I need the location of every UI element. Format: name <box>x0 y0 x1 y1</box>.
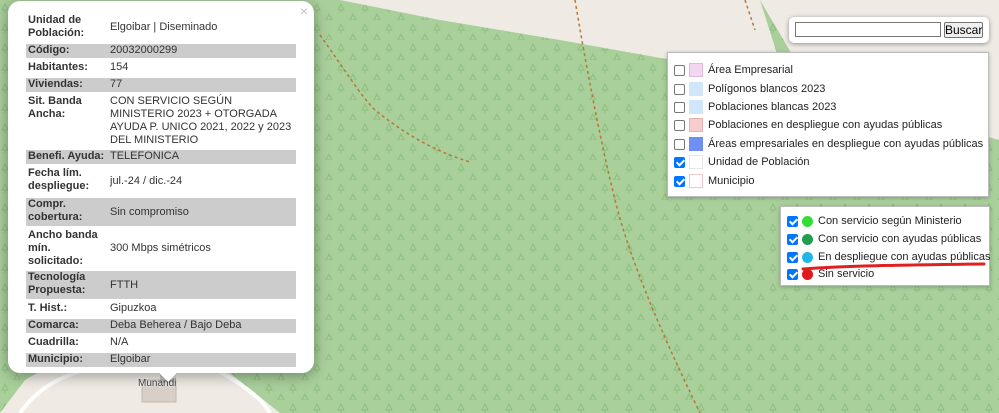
service-item-ministerio[interactable]: Con servicio según Ministerio <box>787 212 962 230</box>
field-key: Sit. Banda Ancha: <box>28 95 82 120</box>
service-checkbox[interactable] <box>787 251 798 263</box>
layer-item-poligonos-blancos[interactable]: Polígonos blancos 2023 <box>674 80 825 98</box>
service-label: Sin servicio <box>818 268 875 280</box>
field-key: Municipio: <box>26 353 108 367</box>
layer-label: Polígonos blancos 2023 <box>708 83 826 95</box>
layer-checkbox[interactable] <box>674 156 685 168</box>
field-value: N/A <box>110 336 129 348</box>
info-popup: × Unidad de Población: Elgoibar | Disemin… <box>8 1 314 373</box>
layer-swatch <box>689 100 703 114</box>
field-value: Elgoibar | Diseminado <box>110 20 218 33</box>
field-value: 20032000299 <box>108 44 296 58</box>
layer-checkbox[interactable] <box>674 64 685 76</box>
layer-checkbox[interactable] <box>674 175 685 187</box>
layer-label: Áreas empresariales en despliegue con ay… <box>708 138 984 150</box>
field-value: jul.-24 / dic.-24 <box>110 174 183 187</box>
field-value: FTTH <box>108 271 296 299</box>
field-key: Fecha lím. despliegue: <box>28 167 90 192</box>
field-value: Sin compromiso <box>108 198 296 226</box>
field-key: Tecnología Propuesta: <box>26 271 108 299</box>
layer-panel: Área Empresarial Polígonos blancos 2023 … <box>667 52 989 197</box>
field-value: TELEFONICA <box>108 150 296 164</box>
layer-swatch <box>689 174 703 188</box>
service-legend-panel: Con servicio según Ministerio Con servic… <box>780 206 990 286</box>
popup-tip <box>160 373 176 383</box>
search-input[interactable] <box>795 22 941 37</box>
field-key: Benefi. Ayuda: <box>26 150 108 164</box>
service-item-despliegue[interactable]: En despliegue con ayudas públicas <box>787 248 990 266</box>
layer-item-area-empresarial[interactable]: Área Empresarial <box>674 61 793 79</box>
field-key: Compr. cobertura: <box>26 198 108 226</box>
field-key: Código: <box>26 44 108 58</box>
layer-swatch <box>689 155 703 169</box>
layer-label: Poblaciones en despliegue con ayudas púb… <box>708 119 943 131</box>
layer-label: Poblaciones blancas 2023 <box>708 101 837 113</box>
field-value: Gipuzkoa <box>110 302 157 314</box>
service-checkbox[interactable] <box>787 215 798 227</box>
service-label: En despliegue con ayudas públicas <box>818 251 991 263</box>
field-value: Deba Beherea / Bajo Deba <box>108 319 296 333</box>
field-value: Elgoibar <box>108 353 296 367</box>
field-value: 154 <box>110 61 129 73</box>
layer-label: Municipio <box>708 175 755 187</box>
field-key: Comarca: <box>26 319 108 333</box>
info-table: Unidad de Población: Elgoibar | Diseminad… <box>26 13 296 367</box>
status-dot-icon <box>802 251 813 263</box>
field-key: T. Hist.: <box>28 302 68 314</box>
close-icon[interactable]: × <box>300 3 308 19</box>
layer-swatch <box>689 82 703 96</box>
field-key: Unidad de Población: <box>28 14 85 39</box>
layer-swatch <box>689 63 703 77</box>
service-item-ayudas[interactable]: Con servicio con ayudas públicas <box>787 230 981 248</box>
layer-item-municipio[interactable]: Municipio <box>674 172 754 190</box>
layer-checkbox[interactable] <box>674 83 685 95</box>
layer-label: Unidad de Población <box>708 156 810 168</box>
service-item-sin-servicio[interactable]: Sin servicio <box>787 265 874 283</box>
layer-swatch <box>689 137 703 151</box>
field-value: 77 <box>108 78 296 92</box>
layer-label: Área Empresarial <box>708 64 793 76</box>
service-checkbox[interactable] <box>787 268 798 280</box>
status-dot-icon <box>802 215 813 227</box>
status-dot-icon <box>802 233 813 245</box>
layer-item-areas-despliegue[interactable]: Áreas empresariales en despliegue con ay… <box>674 135 983 153</box>
service-label: Con servicio con ayudas públicas <box>818 233 982 245</box>
search-box: Buscar <box>789 17 989 43</box>
layer-swatch <box>689 118 703 132</box>
layer-item-poblaciones-despliegue[interactable]: Poblaciones en despliegue con ayudas púb… <box>674 116 942 134</box>
field-key: Ancho banda mín. solicitado: <box>28 229 98 267</box>
service-checkbox[interactable] <box>787 233 798 245</box>
layer-item-unidad-poblacion[interactable]: Unidad de Población <box>674 153 810 171</box>
layer-checkbox[interactable] <box>674 101 685 113</box>
status-dot-icon <box>802 268 813 280</box>
field-key: Habitantes: <box>28 61 88 73</box>
field-key: Cuadrilla: <box>28 336 79 348</box>
search-button[interactable]: Buscar <box>944 22 983 38</box>
layer-checkbox[interactable] <box>674 119 685 131</box>
field-value: 300 Mbps simétricos <box>110 242 211 254</box>
layer-item-poblaciones-blancas[interactable]: Poblaciones blancas 2023 <box>674 98 836 116</box>
field-key: Viviendas: <box>26 78 108 92</box>
service-label: Con servicio según Ministerio <box>818 215 962 227</box>
field-value: CON SERVICIO SEGÚN MINISTERIO 2023 + OTO… <box>110 95 292 146</box>
layer-checkbox[interactable] <box>674 138 685 150</box>
